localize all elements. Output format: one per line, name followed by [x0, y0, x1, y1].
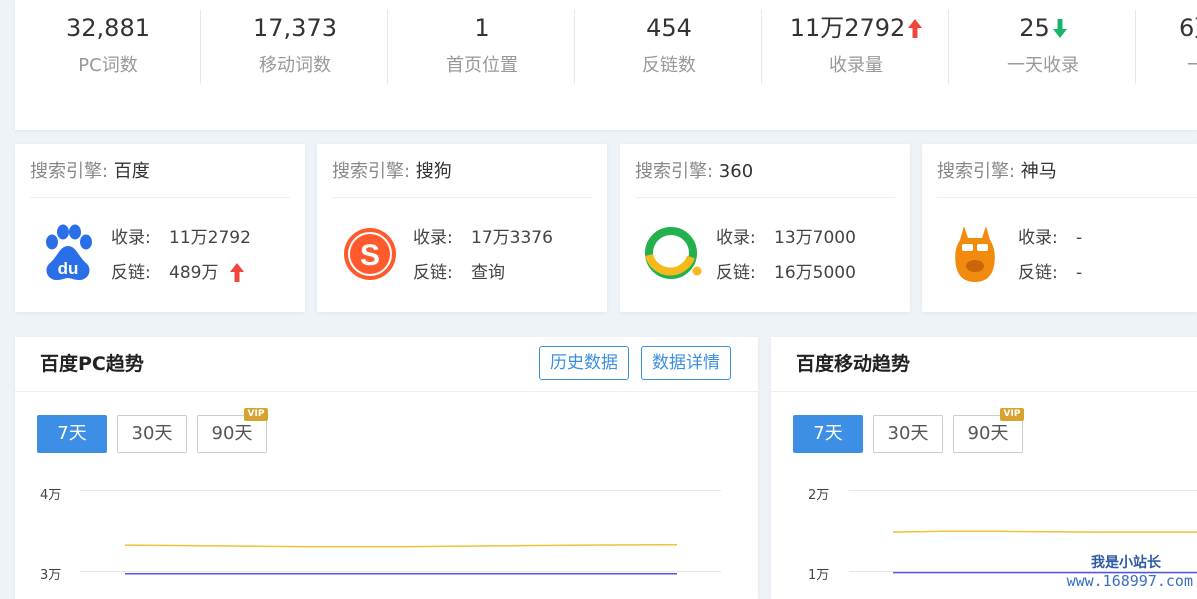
engine-backlink-label: 反链: [1018, 263, 1058, 283]
engine-backlink-row: 反链: 489万 [111, 261, 245, 285]
engine-prefix: 搜索引擎: [635, 161, 719, 182]
stat-value: 1 [474, 14, 490, 42]
engine-backlink-value: 489万 [169, 263, 219, 283]
stat-extra[interactable]: 6万 一 [1137, 10, 1197, 84]
engine-card-sogou: 搜索引擎: 搜狗 S 收录: 17万3376 反链: 查询 [317, 144, 607, 312]
engine-card-header: 搜索引擎: 百度 [30, 158, 290, 198]
stat-indexed[interactable]: 11万2792 收录量 [763, 10, 949, 84]
engine-backlink-label: 反链: [716, 263, 756, 283]
engine-index-row: 收录: 13万7000 [716, 226, 856, 250]
engine-index-row: 收录: - [1018, 226, 1082, 250]
stat-pc-words[interactable]: 32,881 PC词数 [15, 10, 201, 84]
svg-text:du: du [58, 259, 79, 278]
engine-index-value: 13万7000 [774, 228, 856, 248]
engine-prefix: 搜索引擎: [30, 161, 114, 182]
engine-backlink-value: - [1076, 263, 1083, 283]
arrow-down-icon [1052, 19, 1067, 38]
stat-label: 反链数 [642, 55, 696, 76]
engine-index-label: 收录: [413, 228, 453, 248]
engine-card-header: 搜索引擎: 搜狗 [332, 158, 592, 198]
engine-index-row: 收录: 17万3376 [413, 226, 553, 250]
engine-index-label: 收录: [111, 228, 151, 248]
engine-backlink-label: 反链: [111, 263, 151, 283]
stat-backlinks[interactable]: 454 反链数 [576, 10, 762, 84]
stat-label: PC词数 [78, 55, 138, 76]
watermark-title: 我是小站长 [1091, 555, 1161, 571]
so360-logo-icon [645, 227, 702, 279]
stat-label: 收录量 [829, 55, 883, 76]
engine-index-label: 收录: [1018, 228, 1058, 248]
engine-card-header: 搜索引擎: 神马 [937, 158, 1197, 198]
engine-name: 360 [718, 161, 754, 182]
stat-value: 32,881 [66, 14, 150, 42]
engine-card-360: 搜索引擎: 360 收录: 13万7000 反链: 16万5000 [620, 144, 910, 312]
engine-backlink-row: 反链: 查询 [413, 261, 505, 285]
engine-backlink-query-link[interactable]: 查询 [471, 263, 505, 283]
stat-label: 首页位置 [446, 55, 518, 76]
pc-trend-chart [124, 543, 678, 575]
engine-backlink-row: 反链: - [1018, 261, 1082, 285]
stat-value: 17,373 [253, 14, 337, 42]
stat-mobile-words[interactable]: 17,373 移动词数 [202, 10, 388, 84]
stat-value: 11万2792 [789, 14, 906, 42]
stat-label: 移动词数 [259, 55, 331, 76]
stat-first-page[interactable]: 1 首页位置 [389, 10, 575, 84]
series-line-0 [124, 543, 678, 548]
stat-value: 6万 [1179, 14, 1197, 42]
engine-index-value: - [1076, 228, 1083, 248]
svg-text:S: S [360, 239, 380, 272]
stat-label: 一 [1187, 55, 1197, 76]
engine-index-value: 17万3376 [471, 228, 553, 248]
stat-value: 454 [646, 14, 692, 42]
engine-name: 搜狗 [415, 161, 452, 182]
divider [948, 10, 949, 84]
divider [1135, 10, 1136, 84]
series-line-0 [892, 530, 1197, 533]
divider [574, 10, 575, 84]
engine-backlink-label: 反链: [413, 263, 453, 283]
engine-name: 神马 [1020, 161, 1057, 182]
engine-card-shenma: 搜索引擎: 神马 收录: - 反链: - [922, 144, 1197, 312]
stat-label: 一天收录 [1007, 55, 1079, 76]
engine-prefix: 搜索引擎: [937, 161, 1021, 182]
engine-index-label: 收录: [716, 228, 756, 248]
engine-name: 百度 [113, 161, 150, 182]
arrow-up-icon [908, 19, 923, 38]
sogou-logo-icon: S [344, 228, 396, 280]
watermark-url: www.168997.com [1066, 572, 1193, 590]
engine-prefix: 搜索引擎: [332, 161, 416, 182]
engine-backlink-row: 反链: 16万5000 [716, 261, 856, 285]
divider [387, 10, 388, 84]
arrow-up-icon [230, 263, 245, 282]
stat-daily-indexed[interactable]: 25 一天收录 [950, 10, 1136, 84]
divider [761, 10, 762, 84]
baidu-logo-icon: du [46, 224, 92, 280]
shenma-logo-icon [955, 226, 995, 282]
engine-backlink-value: 16万5000 [774, 263, 856, 283]
engine-index-row: 收录: 11万2792 [111, 226, 251, 250]
divider [200, 10, 201, 84]
engine-card-baidu: 搜索引擎: 百度 du 收录: 11万2792 反链: 489万 [15, 144, 305, 312]
stats-bar: 32,881 PC词数 17,373 移动词数 1 首页位置 454 反链数 1… [15, 0, 1197, 130]
engine-card-header: 搜索引擎: 360 [635, 158, 895, 198]
stat-value: 25 [1019, 14, 1050, 42]
baidu-pc-trend-panel: 百度PC趋势 历史数据 数据详情 7天 30天 90天 VIP 4万 3万 [15, 337, 758, 599]
engine-index-value: 11万2792 [169, 228, 251, 248]
